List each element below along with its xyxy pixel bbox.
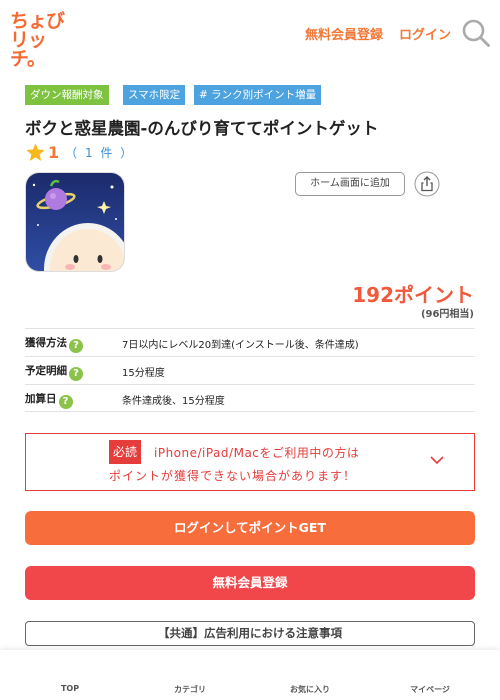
info-label-text: 獲得方法 bbox=[25, 337, 67, 349]
chevron-down-icon[interactable] bbox=[429, 454, 445, 466]
info-label: 加算日? bbox=[25, 391, 73, 409]
logo-line-2: リッチ。 bbox=[10, 29, 47, 70]
tag-down-reward: ダウン報酬対象 bbox=[25, 85, 109, 105]
info-value: 7日以内にレベル20到達(インストール後、条件達成) bbox=[122, 340, 359, 351]
info-row-method: 獲得方法? 7日以内にレベル20到達(インストール後、条件達成) bbox=[25, 328, 475, 356]
info-value: 条件達成後、15分程度 bbox=[122, 396, 225, 407]
login-link[interactable]: ログイン bbox=[399, 24, 451, 43]
question-icon[interactable]: ? bbox=[58, 395, 73, 409]
info-label: 獲得方法? bbox=[25, 335, 83, 353]
nav-favorites[interactable]: お気に入り bbox=[270, 684, 350, 695]
reward-points: 192ポイント bbox=[352, 283, 474, 307]
nav-top[interactable]: TOP bbox=[30, 684, 110, 693]
share-icon[interactable] bbox=[414, 171, 440, 197]
info-label: 予定明細? bbox=[25, 363, 83, 381]
info-row-schedule: 予定明細? 15分程度 bbox=[25, 356, 475, 384]
notice-line-2: ポイントが獲得できない場合があります！ bbox=[109, 469, 357, 483]
tag-smartphone-only: スマホ限定 bbox=[123, 85, 186, 105]
nav-mypage[interactable]: マイページ bbox=[390, 684, 470, 695]
free-register-button[interactable]: 無料会員登録 bbox=[25, 566, 475, 600]
app-title: ボクと惑星農園-のんびり育ててポイントゲット bbox=[25, 119, 379, 138]
rating: 1 （ 1 件 ） bbox=[25, 141, 134, 163]
ad-usage-caution-button[interactable]: 【共通】広告利用における注意事項 bbox=[25, 621, 475, 646]
info-label-text: 加算日 bbox=[25, 393, 57, 405]
must-read-badge: 必読 bbox=[109, 440, 142, 464]
question-icon[interactable]: ? bbox=[69, 367, 83, 381]
reward-info-table: 獲得方法? 7日以内にレベル20到達(インストール後、条件達成) 予定明細? 1… bbox=[25, 328, 475, 412]
rating-value: 1 bbox=[48, 142, 60, 162]
bottom-nav: TOP カテゴリ お気に入り マイページ bbox=[0, 650, 500, 700]
info-value: 15分程度 bbox=[122, 368, 165, 379]
notice-line-1: iPhone/iPad/Macをご利用中の方は bbox=[154, 446, 360, 460]
tag-rank-bonus: # ランク別ポイント増量 bbox=[194, 85, 322, 105]
app-icon bbox=[25, 172, 125, 272]
nav-category[interactable]: カテゴリ bbox=[150, 684, 230, 695]
logo[interactable]: ちょび リッチ。 bbox=[10, 12, 72, 69]
info-row-credit-date: 加算日? 条件達成後、15分程度 bbox=[25, 384, 475, 412]
reward-yen-equivalent: (96円相当) bbox=[420, 309, 474, 320]
register-link[interactable]: 無料会員登録 bbox=[305, 24, 383, 43]
login-get-points-button[interactable]: ログインしてポイントGET bbox=[25, 511, 475, 545]
add-to-home-button[interactable]: ホーム画面に追加 bbox=[295, 172, 405, 196]
star-icon bbox=[26, 142, 45, 161]
header: ちょび リッチ。 無料会員登録 ログイン bbox=[0, 0, 500, 69]
rating-count[interactable]: （ 1 件 ） bbox=[65, 144, 134, 161]
search-icon[interactable] bbox=[461, 18, 491, 48]
info-label-text: 予定明細 bbox=[25, 365, 67, 377]
ios-notice[interactable]: 必読 iPhone/iPad/Macをご利用中の方は ポイントが獲得できない場合… bbox=[25, 433, 475, 491]
question-icon[interactable]: ? bbox=[69, 339, 83, 353]
